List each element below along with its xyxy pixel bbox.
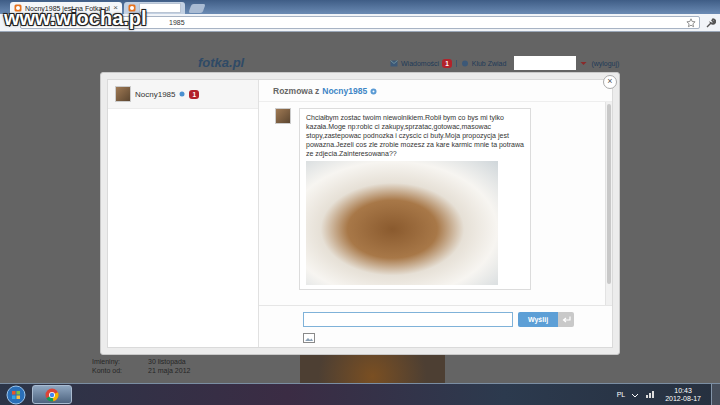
profile-label: Imieniny: — [92, 358, 148, 365]
contact-item[interactable]: Nocny1985 1 — [108, 80, 258, 109]
title-text: Rozmowa z — [273, 86, 319, 96]
profile-info: Imieniny:30 listopadaKonto od:21 maja 20… — [92, 358, 190, 374]
top-nav: Wiadomości1 Klub Zwiad (wyloguj) — [386, 56, 619, 70]
send-label: Wyślij — [518, 312, 558, 327]
logout-link[interactable]: (wyloguj) — [591, 60, 619, 67]
message-avatar — [275, 108, 291, 124]
profile-value: 30 listopada — [148, 358, 190, 365]
scrollbar[interactable] — [605, 102, 612, 305]
message-photo[interactable] — [306, 161, 498, 285]
message-list: Chciałbym zostac twoim niewolnikiem.Robi… — [259, 102, 605, 305]
nav-item[interactable]: Wiadomości1 — [386, 59, 452, 68]
contact-name: Nocny1985 — [135, 90, 175, 99]
send-button[interactable]: Wyślij — [518, 312, 574, 327]
message-bubble: Chciałbym zostac twoim niewolnikiem.Robi… — [299, 108, 531, 290]
language-indicator[interactable]: PL — [617, 391, 626, 398]
nav-item[interactable]: Klub Zwiad — [456, 60, 507, 67]
address-text: 1985 — [169, 19, 686, 26]
image-icon[interactable] — [303, 333, 315, 343]
scroll-thumb[interactable] — [607, 104, 611, 284]
taskbar: PL 10:432012-08-17 — [0, 383, 720, 405]
nav-badge: 1 — [442, 59, 452, 68]
page: fotka.plWiadomości1Klub Zwiad(wyloguj)Im… — [0, 32, 720, 383]
chrome-icon — [45, 388, 59, 402]
online-icon — [179, 91, 185, 97]
clock-date: 2012-08-17 — [665, 395, 701, 403]
clock-time: 10:43 — [674, 387, 692, 395]
chat-window: Nocny19851Rozmowa zNocny1985Chciałbym zo… — [107, 79, 613, 348]
info-icon[interactable] — [370, 88, 377, 95]
show-desktop-button[interactable] — [711, 384, 720, 405]
profile-label: Konto od: — [92, 367, 148, 374]
message-area: Chciałbym zostac twoim niewolnikiem.Robi… — [259, 102, 612, 305]
watermark: www.wiocha.pl — [4, 8, 147, 28]
message: Chciałbym zostac twoim niewolnikiem.Robi… — [275, 108, 595, 290]
conversation: Rozmowa zNocny1985 Chciałbym zostac twoim… — [259, 80, 612, 347]
wrench-icon[interactable] — [704, 17, 716, 29]
contact-avatar — [115, 86, 131, 102]
star-icon[interactable] — [686, 18, 696, 28]
message-text: Chciałbym zostac twoim niewolnikiem.Robi… — [306, 113, 524, 158]
chrome-taskbar-button[interactable] — [32, 385, 72, 404]
contact-badge: 1 — [189, 90, 199, 99]
profile-value: 21 maja 2012 — [148, 367, 190, 374]
nav-label: Klub Zwiad — [472, 60, 507, 67]
fotka-logo[interactable]: fotka.pl — [198, 55, 244, 70]
enter-arrow-icon — [562, 316, 571, 323]
new-tab-button[interactable] — [188, 4, 205, 13]
dropdown-arrow-icon[interactable] — [580, 60, 587, 67]
tray-icon[interactable] — [631, 391, 639, 399]
windows-start-icon[interactable] — [6, 385, 26, 405]
message-input[interactable] — [303, 312, 513, 327]
attach-row — [259, 330, 612, 347]
contact-list: Nocny1985 1 — [108, 80, 259, 347]
network-icon[interactable] — [645, 390, 655, 399]
envelope-icon — [390, 60, 398, 67]
title-user[interactable]: Nocny1985 — [322, 86, 367, 96]
input-row: Wyślij — [259, 305, 612, 330]
nav-label: Wiadomości — [401, 60, 439, 67]
chat-dialog: Nocny19851Rozmowa zNocny1985Chciałbym zo… — [100, 72, 620, 355]
close-button[interactable]: × — [603, 75, 617, 89]
send-arrow — [558, 312, 574, 327]
clock[interactable]: 10:432012-08-17 — [661, 387, 705, 403]
user-redacted-box — [514, 56, 576, 70]
club-icon — [461, 60, 469, 67]
conversation-title: Rozmowa zNocny1985 — [259, 80, 612, 102]
